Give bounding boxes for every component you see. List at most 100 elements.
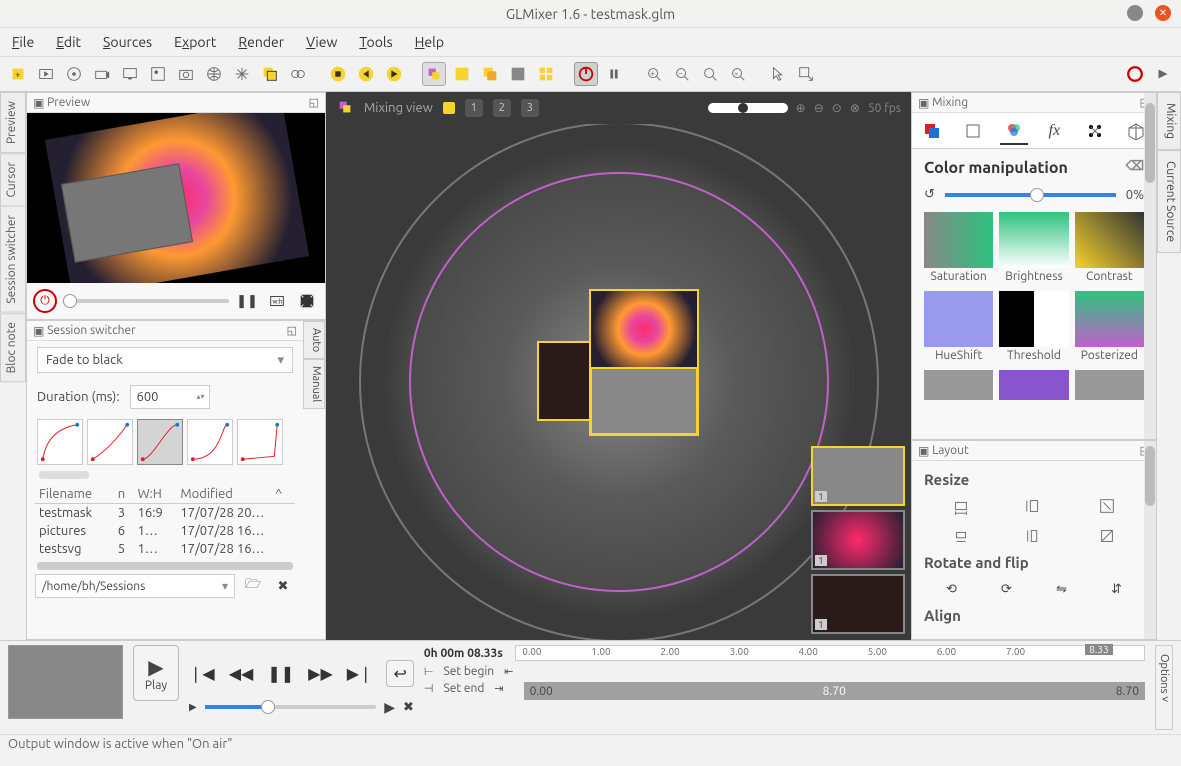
step-back-icon[interactable]: ◀◀ [229,664,254,683]
geometry-view-icon[interactable] [450,62,474,86]
tab-auto[interactable]: Auto [303,321,325,359]
loop-icon[interactable]: ↩ [386,660,413,687]
speed-reset-icon[interactable]: ✖ [403,700,414,715]
zoom-fit-icon[interactable]: ⊙ [832,101,842,115]
web-source-icon[interactable] [202,62,226,86]
capture-source-icon[interactable] [90,62,114,86]
fx-more-1[interactable] [924,370,993,402]
play-icon[interactable] [382,62,406,86]
preview-opacity-slider[interactable] [63,299,229,303]
goto-start-icon[interactable]: ❘◀ [189,664,215,683]
flip-h-icon[interactable]: ⇋ [1050,577,1074,601]
tab-bloc-note[interactable]: Bloc note [0,313,26,382]
resize-original-icon[interactable] [949,524,973,548]
pattern-source-icon[interactable] [230,62,254,86]
table-scrollbar[interactable] [37,562,293,570]
rotate-ccw-icon[interactable]: ⟲ [940,577,964,601]
zoom-reset-icon[interactable]: ⊗ [850,101,860,115]
undock-icon[interactable]: ◱ [287,324,297,337]
cd-source-icon[interactable] [62,62,86,86]
add-source-icon[interactable]: + [6,62,30,86]
mixing-view-icon[interactable] [422,62,446,86]
speed-down-icon[interactable]: ▶ [189,701,197,713]
set-begin-label[interactable]: Set begin [443,665,494,678]
tab-preview[interactable]: Preview [0,92,26,153]
goto-end-icon[interactable]: ▶❘ [347,664,373,683]
clear-color-icon[interactable]: ⌫ [1126,159,1144,177]
delete-icon[interactable]: ✖ [271,574,295,598]
mixing-view[interactable]: Mixing view 1 2 3 ⊕ ⊖ ⊙ ⊗ 50 fps 1 [326,92,911,640]
curve-1[interactable] [37,419,83,465]
fx-posterized[interactable]: Posterized [1075,291,1144,362]
rotate-cw-icon[interactable]: ⟳ [995,577,1019,601]
zoom-in-icon[interactable]: ⊕ [796,101,806,115]
source-thumb-1[interactable] [589,289,699,369]
session-file-table[interactable]: FilenamenW:HModified^ testmask316:917/07… [27,481,303,562]
layers-view-icon[interactable] [478,62,502,86]
step-fwd-icon[interactable]: ▶▶ [308,664,333,683]
curve-4[interactable] [187,419,233,465]
zoom-out-icon[interactable]: ⊖ [814,101,824,115]
time-ruler[interactable]: 0.00 1.00 2.00 3.00 4.00 5.00 6.00 7.00 … [515,645,1145,661]
resize-fit-icon[interactable] [1095,494,1119,518]
play-button[interactable]: ▶ Play [133,645,179,701]
aspect-icon[interactable]: w:h [265,289,289,313]
fullscreen-icon[interactable] [295,289,319,313]
tab-current-source[interactable]: Current Source [1157,150,1181,253]
horiz-scrollbar[interactable] [39,471,89,479]
cursor-tool-icon[interactable] [766,62,790,86]
time-marker[interactable]: 8.33 [1085,644,1112,655]
tab-cursor[interactable]: Cursor [0,153,26,206]
reset-slider-icon[interactable]: ↺ [924,187,935,202]
resize-width-icon[interactable] [949,494,973,518]
tab-manual[interactable]: Manual [303,359,325,409]
video-source-icon[interactable] [34,62,58,86]
minimize-button[interactable] [1127,5,1143,21]
speed-slider[interactable] [205,705,376,709]
camera-source-icon[interactable] [174,62,198,86]
fx-threshold[interactable]: Threshold [999,291,1068,362]
zoom-fit-icon[interactable] [698,62,722,86]
slot-1[interactable]: 1 [465,99,483,117]
curve-5[interactable] [237,419,283,465]
fx-hueshift[interactable]: HueShift [924,291,993,362]
resize-height-icon[interactable] [1022,494,1046,518]
onair-toggle[interactable]: ⏻ [33,289,57,313]
tab-color-icon[interactable] [1000,117,1028,145]
menu-edit[interactable]: Edit [56,34,81,50]
close-button[interactable]: ✕ [1155,5,1171,21]
menu-render[interactable]: Render [238,34,284,50]
resize-diag-icon[interactable] [1095,524,1119,548]
catalog-item-2[interactable]: 1 [811,510,905,570]
path-combo[interactable]: /home/bh/Sessions [35,574,235,598]
tab-mixing-side[interactable]: Mixing [1157,92,1181,150]
zoom-out-icon[interactable]: − [670,62,694,86]
menu-tools[interactable]: Tools [359,34,392,50]
tab-fx-icon[interactable]: fx [1040,117,1068,145]
folder-icon[interactable]: 🗁 [241,574,265,598]
resize-vert-icon[interactable] [1022,524,1046,548]
zoom-reset-icon[interactable]: × [726,62,750,86]
preview-viewport[interactable] [27,113,325,283]
onair-button[interactable] [574,62,598,86]
tab-plugin-icon[interactable] [1081,117,1109,145]
set-end-label[interactable]: Set end [443,682,484,700]
fx-saturation[interactable]: Saturation [924,212,993,283]
flip-v-icon[interactable]: ⇵ [1105,577,1129,601]
duration-input[interactable]: 600 [130,385,210,409]
fx-contrast[interactable]: Contrast [1075,212,1144,283]
curve-3[interactable] [137,419,183,465]
menu-sources[interactable]: Sources [103,34,152,50]
tab-blending-icon[interactable] [918,117,946,145]
grid-view-icon[interactable] [534,62,558,86]
layout-scrollbar[interactable] [1144,441,1156,639]
rendering-view-icon[interactable] [506,62,530,86]
mixing-scrollbar[interactable] [1144,93,1156,439]
loop-source-icon[interactable] [286,62,310,86]
color-amount-slider[interactable] [945,193,1116,197]
menu-export[interactable]: Export [174,34,216,50]
screen-source-icon[interactable] [118,62,142,86]
pause-output-icon[interactable] [602,62,626,86]
move-tool-icon[interactable] [794,62,818,86]
zoom-slider[interactable] [708,103,788,113]
